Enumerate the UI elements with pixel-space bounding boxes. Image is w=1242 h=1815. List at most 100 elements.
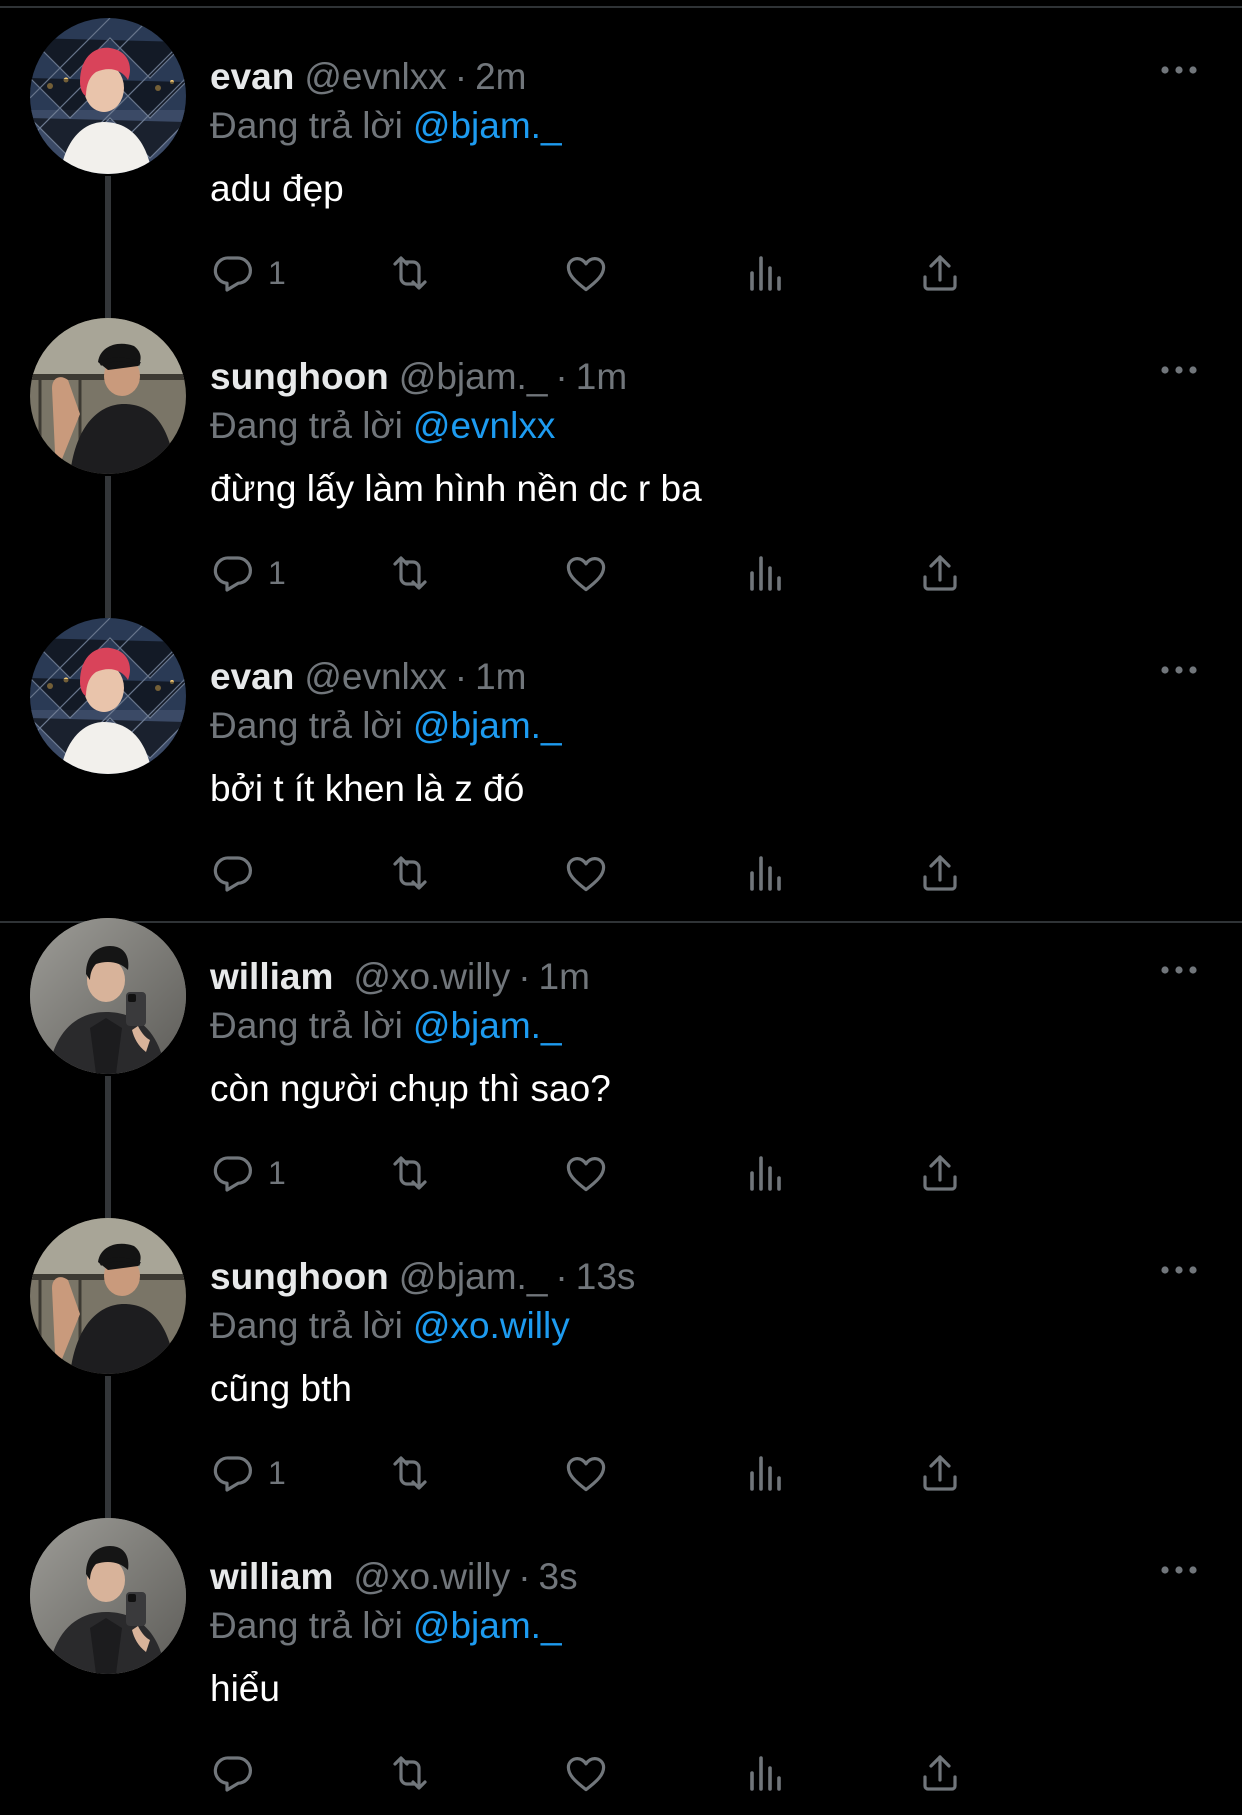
- share-button[interactable]: [916, 248, 964, 298]
- share-button[interactable]: [916, 1148, 964, 1198]
- william-avatar[interactable]: [30, 1518, 186, 1674]
- retweet-button[interactable]: [386, 1448, 434, 1498]
- more-options-icon[interactable]: [1160, 1560, 1198, 1580]
- user-handle[interactable]: @evnlxx: [304, 656, 446, 697]
- more-options-icon[interactable]: [1160, 60, 1198, 80]
- replying-to: Đang trả lời @bjam._: [210, 101, 562, 151]
- bar-chart-icon: [740, 1749, 788, 1797]
- reply-target-link[interactable]: @bjam._: [413, 705, 562, 746]
- heart-icon: [562, 1749, 610, 1797]
- tweet-text: hiểu: [210, 1668, 280, 1709]
- share-button[interactable]: [916, 848, 964, 898]
- reply-button[interactable]: 1: [210, 548, 286, 598]
- tweet-text: adu đẹp: [210, 168, 344, 209]
- timestamp[interactable]: 1m: [576, 356, 627, 397]
- timestamp[interactable]: 1m: [475, 656, 526, 697]
- sunghoon-avatar[interactable]: [30, 1218, 186, 1374]
- reply-count: 1: [268, 1455, 286, 1491]
- separator-dot: ·: [454, 656, 468, 697]
- user-handle[interactable]: @bjam._: [399, 1256, 548, 1297]
- display-name[interactable]: sunghoon: [210, 1256, 389, 1297]
- reply-count: 1: [268, 555, 286, 591]
- reply-button[interactable]: 1: [210, 1148, 286, 1198]
- action-bar: 1: [210, 1448, 1110, 1498]
- retweet-icon: [386, 1749, 434, 1797]
- action-bar: [210, 1748, 1110, 1798]
- display-name[interactable]: sunghoon: [210, 356, 389, 397]
- share-icon: [916, 549, 964, 597]
- reply-button[interactable]: 1: [210, 1448, 286, 1498]
- retweet-button[interactable]: [386, 1748, 434, 1798]
- views-button[interactable]: [740, 548, 788, 598]
- heart-icon: [562, 1449, 610, 1497]
- evan-avatar[interactable]: [30, 18, 186, 174]
- reply-button[interactable]: [210, 848, 268, 898]
- thread-connector-line: [105, 1076, 111, 1218]
- reply-target-link[interactable]: @xo.willy: [413, 1305, 570, 1346]
- tweet-text: bởi t ít khen là z đó: [210, 768, 525, 809]
- retweet-button[interactable]: [386, 1148, 434, 1198]
- timestamp[interactable]: 1m: [539, 956, 590, 997]
- user-handle[interactable]: @evnlxx: [304, 56, 446, 97]
- display-name[interactable]: william: [210, 1556, 333, 1597]
- thread-connector-line: [105, 476, 111, 618]
- reply-target-link[interactable]: @evnlxx: [413, 405, 555, 446]
- views-button[interactable]: [740, 1748, 788, 1798]
- reply-target-link[interactable]: @bjam._: [413, 1605, 562, 1646]
- retweet-button[interactable]: [386, 848, 434, 898]
- reply-prefix: Đang trả lời: [210, 1605, 403, 1646]
- tweet[interactable]: william @xo.willy · 3s Đang trả lời @bjam._ …: [0, 1500, 1242, 1800]
- user-handle[interactable]: @bjam._: [399, 356, 548, 397]
- replying-to: Đang trả lời @evnlxx: [210, 401, 555, 451]
- separator-dot: ·: [518, 956, 531, 997]
- like-button[interactable]: [562, 1748, 610, 1798]
- more-options-icon[interactable]: [1160, 360, 1198, 380]
- views-button[interactable]: [740, 1448, 788, 1498]
- tweet[interactable]: william @xo.willy · 1m Đang trả lời @bjam._ …: [0, 900, 1242, 1218]
- william-avatar[interactable]: [30, 918, 186, 1074]
- heart-icon: [562, 1149, 610, 1197]
- tweet[interactable]: evan @evnlxx · 1m Đang trả lời @bjam._ bởi t…: [0, 600, 1242, 900]
- tweet-header: sunghoon @bjam._ · 1m: [210, 352, 627, 402]
- sunghoon-avatar[interactable]: [30, 318, 186, 474]
- share-button[interactable]: [916, 548, 964, 598]
- views-button[interactable]: [740, 848, 788, 898]
- share-button[interactable]: [916, 1748, 964, 1798]
- more-options-icon[interactable]: [1160, 660, 1198, 680]
- retweet-button[interactable]: [386, 248, 434, 298]
- tweet[interactable]: sunghoon @bjam._ · 1m Đang trả lời @evnlxx đ…: [0, 300, 1242, 618]
- user-handle[interactable]: @xo.willy: [353, 1556, 510, 1597]
- timestamp[interactable]: 2m: [475, 56, 526, 97]
- reply-target-link[interactable]: @bjam._: [413, 105, 562, 146]
- like-button[interactable]: [562, 1448, 610, 1498]
- heart-icon: [562, 249, 610, 297]
- timestamp[interactable]: 13s: [576, 1256, 636, 1297]
- display-name[interactable]: evan: [210, 656, 294, 697]
- reply-button[interactable]: [210, 1748, 268, 1798]
- share-button[interactable]: [916, 1448, 964, 1498]
- views-button[interactable]: [740, 1148, 788, 1198]
- like-button[interactable]: [562, 1148, 610, 1198]
- evan-avatar[interactable]: [30, 618, 186, 774]
- like-button[interactable]: [562, 548, 610, 598]
- reply-target-link[interactable]: @bjam._: [413, 1005, 562, 1046]
- share-icon: [916, 249, 964, 297]
- retweet-icon: [386, 849, 434, 897]
- tweet-header: william @xo.willy · 1m: [210, 952, 590, 1002]
- timestamp[interactable]: 3s: [539, 1556, 578, 1597]
- reply-button[interactable]: 1: [210, 248, 286, 298]
- reply-prefix: Đang trả lời: [210, 405, 403, 446]
- views-button[interactable]: [740, 248, 788, 298]
- reply-icon: [210, 1449, 258, 1497]
- tweet[interactable]: evan @evnlxx · 2m Đang trả lời @bjam._ adu đ…: [0, 0, 1242, 318]
- more-options-icon[interactable]: [1160, 1260, 1198, 1280]
- tweet[interactable]: sunghoon @bjam._ · 13s Đang trả lời @xo.will…: [0, 1200, 1242, 1518]
- like-button[interactable]: [562, 848, 610, 898]
- retweet-button[interactable]: [386, 548, 434, 598]
- display-name[interactable]: william: [210, 956, 333, 997]
- user-handle[interactable]: @xo.willy: [353, 956, 510, 997]
- more-options-icon[interactable]: [1160, 960, 1198, 980]
- display-name[interactable]: evan: [210, 56, 294, 97]
- like-button[interactable]: [562, 248, 610, 298]
- bar-chart-icon: [740, 249, 788, 297]
